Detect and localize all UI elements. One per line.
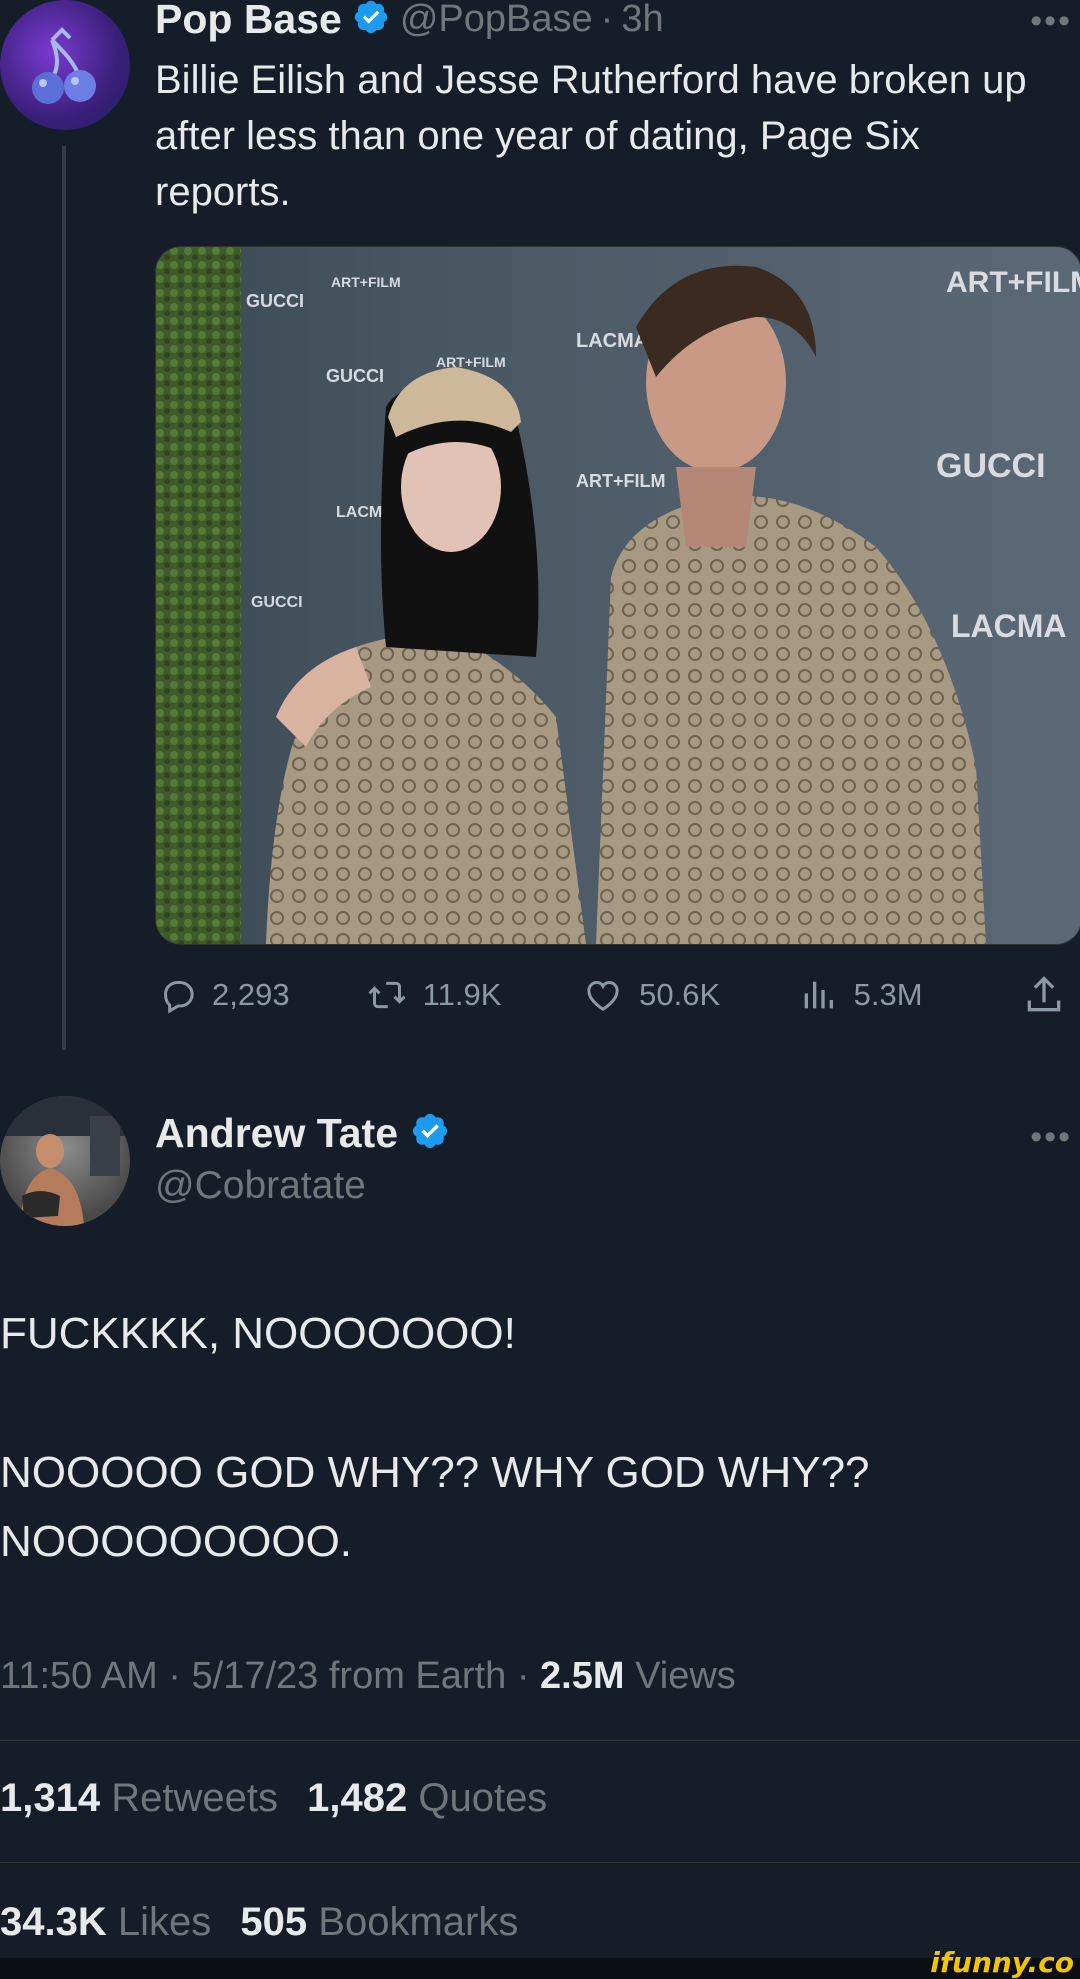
divider [0, 1740, 1080, 1741]
views-count: 2.5M [540, 1655, 625, 1697]
ifunny-watermark: ifunny.co [930, 1946, 1074, 1979]
tweet2-meta: 11:50 AM · 5/17/23 from Earth · 2.5M Vie… [0, 1655, 736, 1698]
author-handle[interactable]: @PopBase [400, 0, 593, 41]
author-name[interactable]: Andrew Tate [155, 1110, 398, 1157]
views-label: Views [635, 1655, 736, 1697]
tweet1-actions: 2,293 11.9K 50.6K 5.3M [158, 972, 1080, 1018]
avatar-image [0, 1096, 130, 1226]
signage-gucci-2: GUCCI [326, 366, 384, 386]
tweet-source: from Earth [328, 1655, 507, 1697]
share-icon [1027, 976, 1061, 1012]
tweet-date[interactable]: 5/17/23 [192, 1655, 319, 1697]
quotes-label: Quotes [418, 1776, 548, 1820]
quotes-stat[interactable]: 1,482 Quotes [307, 1776, 547, 1820]
tweet2-stats-row2: 34.3K Likes 505 Bookmarks [0, 1900, 518, 1945]
cobratate-avatar[interactable] [0, 1096, 130, 1226]
signage-artfilm-3: ART+FILM [946, 266, 1080, 299]
signage-gucci-1: GUCCI [246, 291, 304, 311]
signage-artfilm-2: ART+FILM [436, 354, 506, 370]
author-name[interactable]: Pop Base [155, 0, 342, 43]
tweet-time[interactable]: 3h [621, 0, 663, 41]
heart-icon [587, 980, 619, 1011]
bookmarks-label: Bookmarks [318, 1900, 519, 1944]
cherry-icon [32, 27, 96, 104]
signage-artfilm-4: ART+FILM [576, 471, 666, 491]
tweet-time[interactable]: 11:50 AM [0, 1655, 158, 1697]
likes-count: 34.3K [0, 1900, 107, 1944]
popbase-avatar[interactable] [0, 0, 130, 130]
watermark-bar [0, 1958, 1080, 1979]
tweet2-text-line1: FUCKKKK, NOOOOOOO! [0, 1309, 516, 1358]
like-count: 50.6K [639, 977, 721, 1012]
divider [0, 1862, 1080, 1863]
signage-lacma-2: LACMA [951, 608, 1067, 644]
views-count: 5.3M [853, 977, 923, 1012]
reply-button[interactable]: 2,293 [158, 975, 365, 1015]
verified-badge-icon [410, 1111, 450, 1156]
retweets-count: 1,314 [0, 1776, 101, 1820]
signage-lacma-1: LACMA [576, 330, 648, 352]
quotes-count: 1,482 [307, 1776, 408, 1820]
separator-dot: · [600, 0, 614, 40]
share-button[interactable] [1022, 973, 1080, 1017]
tweet2-header: Andrew Tate [155, 1108, 450, 1158]
more-options-icon[interactable]: ••• [1030, 2, 1072, 41]
bookmarks-count: 505 [240, 1900, 308, 1944]
retweet-count: 11.9K [422, 977, 502, 1012]
retweet-button[interactable]: 11.9K [365, 975, 581, 1015]
reply-count: 2,293 [212, 977, 290, 1012]
tweet1-text: Billie Eilish and Jesse Rutherford have … [155, 58, 1027, 214]
likes-stat[interactable]: 34.3K Likes [0, 1900, 222, 1944]
photo-image: GUCCI GUCCI GUCCI GUCCI ART+FILM ART+FIL… [156, 247, 1080, 944]
retweets-stat[interactable]: 1,314 Retweets [0, 1776, 289, 1820]
signage-gucci-3: GUCCI [251, 594, 303, 611]
separator-dot: · [168, 1655, 192, 1697]
author-handle[interactable]: @Cobratate [155, 1164, 366, 1208]
separator-dot: · [516, 1655, 541, 1697]
tweet2-stats-row1: 1,314 Retweets 1,482 Quotes [0, 1776, 547, 1821]
thread-line [62, 146, 66, 1050]
reply-icon [163, 981, 194, 1014]
more-options-icon[interactable]: ••• [1030, 1118, 1072, 1157]
retweets-label: Retweets [111, 1776, 278, 1820]
tweet1-photo[interactable]: GUCCI GUCCI GUCCI GUCCI ART+FILM ART+FIL… [155, 246, 1080, 945]
verified-badge-icon [352, 0, 390, 41]
retweet-icon [368, 981, 406, 1009]
like-button[interactable]: 50.6K [581, 975, 796, 1015]
views-chart-icon [804, 981, 833, 1009]
tweet2-text-line3: NOOOOOOOOO. [0, 1517, 353, 1566]
views-button[interactable]: 5.3M [796, 975, 1022, 1015]
tweet1-header: Pop Base @PopBase · 3h [155, 0, 664, 44]
signage-artfilm-1: ART+FILM [331, 274, 401, 290]
tweet2-text-line2: NOOOOO GOD WHY?? WHY GOD WHY?? [0, 1448, 870, 1497]
signage-gucci-4: GUCCI [936, 447, 1046, 485]
bookmarks-stat[interactable]: 505 Bookmarks [240, 1900, 518, 1944]
likes-label: Likes [117, 1900, 212, 1944]
